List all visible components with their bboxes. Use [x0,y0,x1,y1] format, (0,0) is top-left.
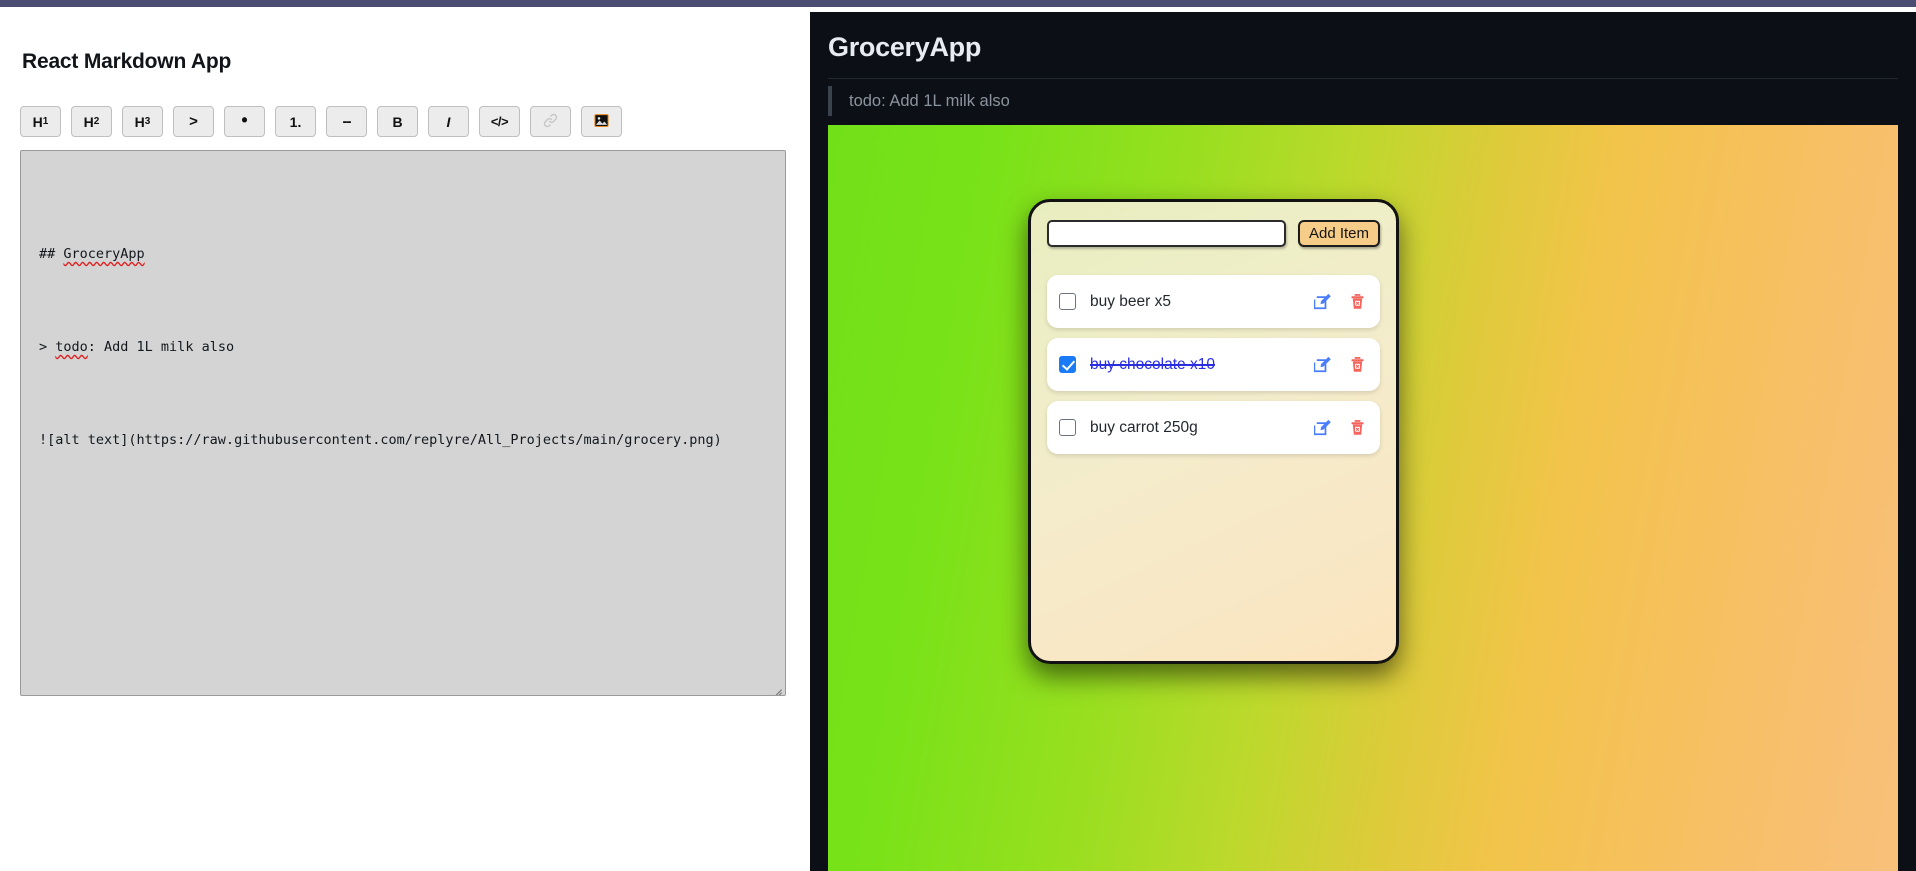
list-item[interactable]: buy beer x5 [1047,275,1380,328]
new-item-input[interactable] [1047,220,1286,247]
add-item-button[interactable]: Add Item [1297,220,1380,247]
heading-3-sub: 3 [144,115,151,127]
delete-icon-button[interactable] [1349,356,1366,373]
add-item-row: Add Item [1047,220,1380,247]
item-label: buy chocolate x10 [1090,355,1215,373]
page-title: React Markdown App [22,50,232,73]
grocery-items-list: buy beer x5 buy chocolate x10 buy carrot… [1047,275,1380,454]
markdown-editor-pane: React Markdown App H1 H2 H3 > • 1. -- B … [0,7,810,871]
markdown-line-2: > todo: Add 1L milk also [39,339,235,355]
preview-blockquote: todo: Add 1L milk also [828,86,1898,116]
heading-1-label: H [32,113,43,130]
heading-2-sub: 2 [93,115,100,127]
delete-icon-button[interactable] [1349,293,1366,310]
item-actions [1314,292,1366,311]
list-item[interactable]: buy carrot 250g [1047,401,1380,454]
toolbar-button-bold[interactable]: B [377,106,418,137]
markdown-line-1: ## GroceryApp [39,246,145,262]
toolbar-button-heading-3[interactable]: H3 [122,106,163,137]
edit-icon [1314,419,1331,436]
item-label: buy beer x5 [1090,292,1171,310]
item-checkbox[interactable] [1059,419,1076,436]
trash-icon [1351,294,1364,309]
toolbar-button-heading-1[interactable]: H1 [20,106,61,137]
markdown-preview-pane: GroceryApp todo: Add 1L milk also Add It… [810,12,1916,871]
list-item[interactable]: buy chocolate x10 [1047,338,1380,391]
trash-icon [1351,357,1364,372]
image-icon [594,113,609,130]
top-accent-bar [0,0,1916,7]
heading-3-label: H [134,113,145,130]
item-checkbox[interactable] [1059,293,1076,310]
toolbar-button-horizontal-rule[interactable]: -- [326,106,367,137]
textarea-resize-handle[interactable] [769,679,782,692]
edit-icon [1314,356,1331,373]
toolbar-button-link[interactable] [530,106,571,137]
preview-divider [828,78,1898,79]
toolbar-button-code[interactable]: </> [479,106,520,137]
trash-icon [1351,420,1364,435]
toolbar-button-numbered-list[interactable]: 1. [275,106,316,137]
delete-icon-button[interactable] [1349,419,1366,436]
toolbar-button-bullet-list[interactable]: • [224,106,265,137]
item-checkbox[interactable] [1059,356,1076,373]
edit-icon [1314,293,1331,310]
item-actions [1314,418,1366,437]
item-label: buy carrot 250g [1090,418,1198,436]
edit-icon-button[interactable] [1314,355,1333,374]
preview-heading: GroceryApp [828,32,982,62]
markdown-toolbar: H1 H2 H3 > • 1. -- B I </> [20,106,622,137]
edit-icon-button[interactable] [1314,292,1333,311]
heading-2-label: H [83,113,94,130]
toolbar-button-blockquote[interactable]: > [173,106,214,137]
app-root: React Markdown App H1 H2 H3 > • 1. -- B … [0,0,1916,871]
markdown-source-textarea[interactable]: ## GroceryApp > todo: Add 1L milk also !… [20,150,786,696]
heading-1-sub: 1 [42,115,49,127]
spellcheck-word-todo: todo [55,339,88,355]
markdown-line-3: ![alt text](https://raw.githubuserconten… [39,432,722,448]
toolbar-button-italic[interactable]: I [428,106,469,137]
link-icon [542,112,559,131]
item-actions [1314,355,1366,374]
edit-icon-button[interactable] [1314,418,1333,437]
spellcheck-word-groceryapp: GroceryApp [63,246,145,262]
grocery-app-card: Add Item buy beer x5 buy chocolate x10 b… [1028,199,1399,664]
toolbar-button-image[interactable] [581,106,622,137]
preview-grocery-image: Add Item buy beer x5 buy chocolate x10 b… [828,125,1898,871]
toolbar-button-heading-2[interactable]: H2 [71,106,112,137]
